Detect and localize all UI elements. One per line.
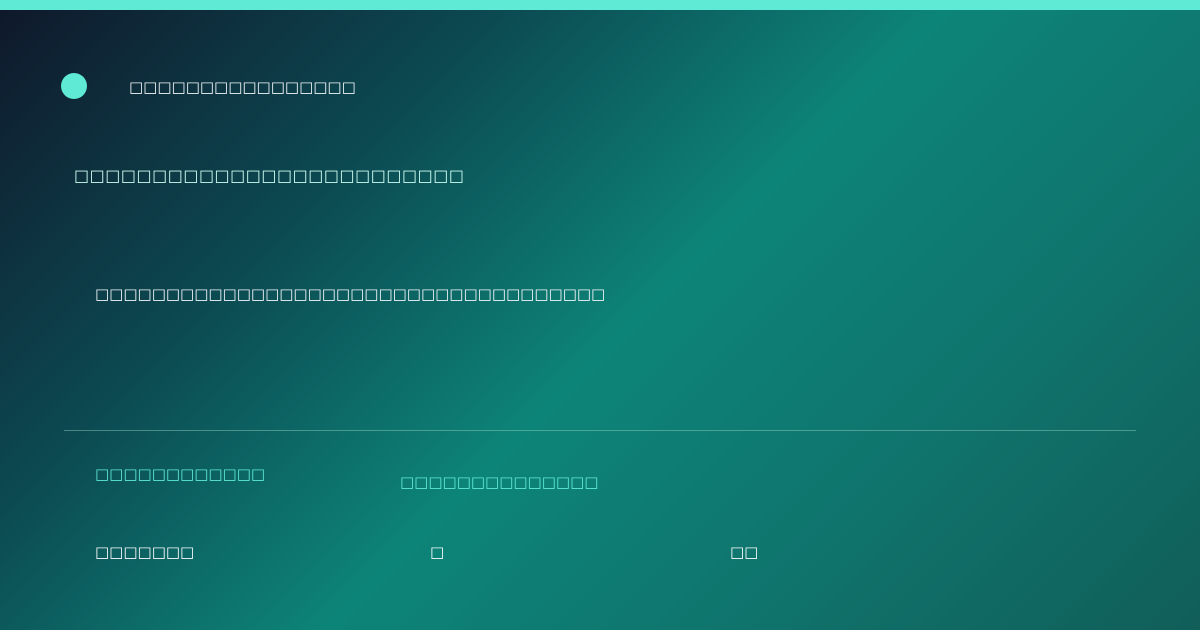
footer-label-mid: □□□□□□□□□□□□□□ [400,473,599,491]
subline: □□□□□□□□□□□□□□□□□□□□□□□□□□□□□□□□□□□□ [95,285,606,303]
divider [64,430,1136,431]
footer-value-2: □ [430,543,445,561]
top-accent-bar [0,0,1200,10]
footer-label-left: □□□□□□□□□□□□ [95,465,266,483]
brand-logo-icon [61,73,87,99]
footer-value-1: □□□□□□□ [95,543,195,561]
footer-value-3: □□ [730,543,759,561]
headline: □□□□□□□□□□□□□□□□□□□□□□□□□ [74,166,465,185]
brand-name: □□□□□□□□□□□□□□□□ [129,78,356,96]
